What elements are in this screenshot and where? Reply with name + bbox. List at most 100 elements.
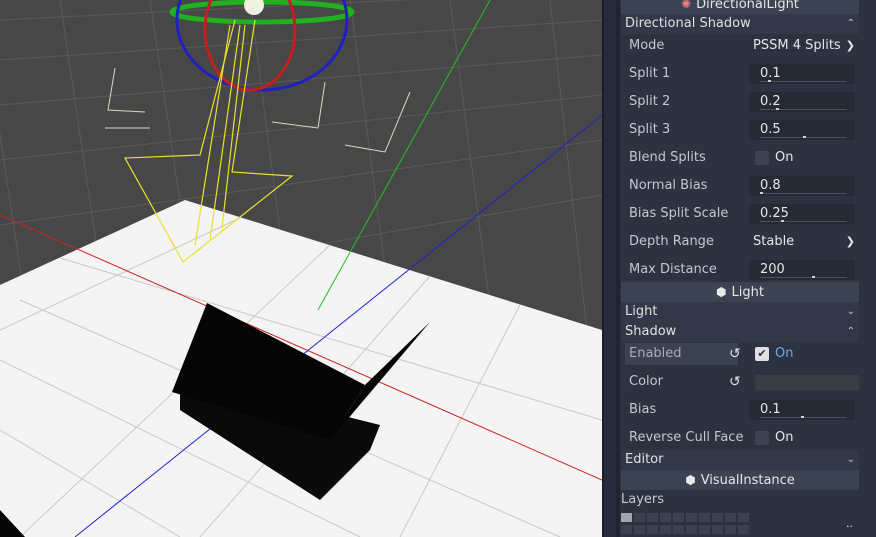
split1-grabber[interactable] bbox=[768, 80, 771, 82]
bias-row: Bias 0.1 bbox=[621, 396, 859, 424]
split2-label: Split 2 bbox=[629, 94, 671, 109]
enabled-checkbox[interactable]: ✔ bbox=[755, 347, 769, 361]
color-label: Color bbox=[629, 374, 663, 389]
light-header[interactable]: ⬢ Light bbox=[621, 282, 859, 302]
viewport-scene[interactable] bbox=[0, 0, 602, 537]
split1-slider[interactable]: 0.1 bbox=[749, 64, 855, 84]
reverse-cull-face-value[interactable]: On bbox=[775, 424, 793, 452]
layer-cell[interactable] bbox=[634, 513, 645, 522]
layer-cell[interactable] bbox=[621, 525, 632, 534]
light-section[interactable]: Light ⌄ bbox=[621, 302, 859, 322]
directional-light-icon: ✺ bbox=[681, 0, 692, 11]
split3-slider[interactable]: 0.5 bbox=[749, 120, 855, 140]
enabled-value[interactable]: On bbox=[775, 340, 793, 368]
max-distance-label: Max Distance bbox=[629, 262, 717, 277]
layer-cell[interactable] bbox=[621, 513, 632, 522]
blend-splits-label: Blend Splits bbox=[629, 150, 706, 165]
layer-cell[interactable] bbox=[673, 513, 684, 522]
layers-grid[interactable]: .. bbox=[621, 513, 853, 537]
mode-label: Mode bbox=[629, 38, 665, 53]
normal-bias-slider[interactable]: 0.8 bbox=[749, 176, 855, 196]
reverse-cull-face-checkbox[interactable] bbox=[755, 431, 769, 445]
layer-cell[interactable] bbox=[699, 525, 710, 534]
chevron-up-icon: ⌃ bbox=[846, 326, 855, 337]
chevron-down-icon: ⌄ bbox=[846, 306, 855, 317]
split2-slider[interactable]: 0.2 bbox=[749, 92, 855, 112]
bias-split-scale-row: Bias Split Scale 0.25 bbox=[621, 200, 859, 228]
depth-range-dropdown[interactable]: Stable ❯ bbox=[749, 232, 859, 252]
layer-cell[interactable] bbox=[725, 513, 736, 522]
normal-bias-label: Normal Bias bbox=[629, 178, 708, 193]
normal-bias-row: Normal Bias 0.8 bbox=[621, 172, 859, 200]
chevron-down-icon: ⌄ bbox=[846, 454, 855, 465]
editor-section[interactable]: Editor ⌄ bbox=[621, 450, 859, 470]
editor-section-label: Editor bbox=[625, 452, 664, 467]
depth-range-value: Stable bbox=[753, 234, 795, 249]
layer-cell[interactable] bbox=[712, 525, 723, 534]
split3-label: Split 3 bbox=[629, 122, 671, 137]
layer-cell[interactable] bbox=[686, 513, 697, 522]
layer-cell[interactable] bbox=[660, 525, 671, 534]
3d-viewport[interactable] bbox=[0, 0, 602, 537]
layer-cell[interactable] bbox=[712, 513, 723, 522]
cube-icon: ⬢ bbox=[716, 285, 727, 299]
bias-label: Bias bbox=[629, 402, 657, 417]
directional-light-header[interactable]: ✺ DirectionalLight bbox=[621, 0, 859, 14]
chevron-down-icon: ❯ bbox=[845, 39, 855, 52]
split3-grabber[interactable] bbox=[803, 136, 806, 138]
layer-cell[interactable] bbox=[634, 525, 645, 534]
reverse-cull-face-row: Reverse Cull Face On bbox=[621, 424, 859, 452]
light-header-label: Light bbox=[731, 285, 764, 300]
layer-cell[interactable] bbox=[738, 525, 749, 534]
chevron-down-icon: ❯ bbox=[845, 235, 855, 248]
visual-instance-header[interactable]: ⬢ VisualInstance bbox=[621, 470, 859, 490]
enabled-label: Enabled bbox=[629, 346, 682, 361]
revert-icon[interactable]: ↺ bbox=[729, 346, 741, 362]
bias-split-scale-slider[interactable]: 0.25 bbox=[749, 204, 855, 224]
inspector-scrollbar[interactable] bbox=[616, 0, 620, 537]
bias-split-scale-grabber[interactable] bbox=[781, 220, 784, 222]
light-section-label: Light bbox=[625, 304, 658, 319]
shadow-section[interactable]: Shadow ⌃ bbox=[621, 322, 859, 342]
blend-splits-checkbox[interactable] bbox=[755, 151, 769, 165]
split1-row: Split 1 0.1 bbox=[621, 60, 859, 88]
directional-shadow-section[interactable]: Directional Shadow ⌃ bbox=[621, 14, 859, 34]
max-distance-slider[interactable]: 200 bbox=[749, 260, 855, 280]
layer-cell[interactable] bbox=[647, 513, 658, 522]
max-distance-grabber[interactable] bbox=[812, 276, 815, 278]
layer-cell[interactable] bbox=[725, 525, 736, 534]
layer-cell[interactable] bbox=[686, 525, 697, 534]
depth-range-label: Depth Range bbox=[629, 234, 714, 249]
layer-cell[interactable] bbox=[647, 525, 658, 534]
layer-cell[interactable] bbox=[738, 513, 749, 522]
normal-bias-grabber[interactable] bbox=[760, 192, 763, 194]
layers-more-button[interactable]: .. bbox=[846, 517, 853, 530]
reverse-cull-face-label: Reverse Cull Face bbox=[629, 430, 744, 445]
split2-row: Split 2 0.2 bbox=[621, 88, 859, 116]
directional-shadow-section-label: Directional Shadow bbox=[625, 16, 751, 31]
split1-label: Split 1 bbox=[629, 66, 671, 81]
shadow-section-label: Shadow bbox=[625, 324, 677, 339]
layer-cell[interactable] bbox=[660, 513, 671, 522]
mode-value: PSSM 4 Splits bbox=[753, 38, 841, 53]
visual-instance-header-label: VisualInstance bbox=[700, 473, 795, 488]
bias-split-scale-label: Bias Split Scale bbox=[629, 206, 729, 221]
layer-cell[interactable] bbox=[699, 513, 710, 522]
panel-splitter[interactable] bbox=[602, 0, 616, 537]
split2-grabber[interactable] bbox=[776, 108, 779, 110]
blend-splits-value[interactable]: On bbox=[775, 144, 793, 172]
inspector-panel: ✺ DirectionalLight Directional Shadow ⌃ M… bbox=[616, 0, 876, 537]
chevron-up-icon: ⌃ bbox=[846, 18, 855, 29]
revert-icon[interactable]: ↺ bbox=[729, 374, 741, 390]
color-swatch[interactable] bbox=[755, 375, 859, 390]
cube-icon: ⬢ bbox=[685, 473, 696, 487]
depth-range-row: Depth Range Stable ❯ bbox=[621, 228, 859, 256]
directional-light-header-label: DirectionalLight bbox=[696, 0, 799, 12]
mode-dropdown[interactable]: PSSM 4 Splits ❯ bbox=[749, 36, 859, 56]
bias-slider[interactable]: 0.1 bbox=[749, 400, 855, 420]
mode-row: Mode PSSM 4 Splits ❯ bbox=[621, 32, 859, 60]
bias-grabber[interactable] bbox=[801, 416, 804, 418]
layers-label: Layers bbox=[621, 492, 665, 507]
layer-cell[interactable] bbox=[673, 525, 684, 534]
color-row: Color ↺ bbox=[621, 368, 859, 396]
